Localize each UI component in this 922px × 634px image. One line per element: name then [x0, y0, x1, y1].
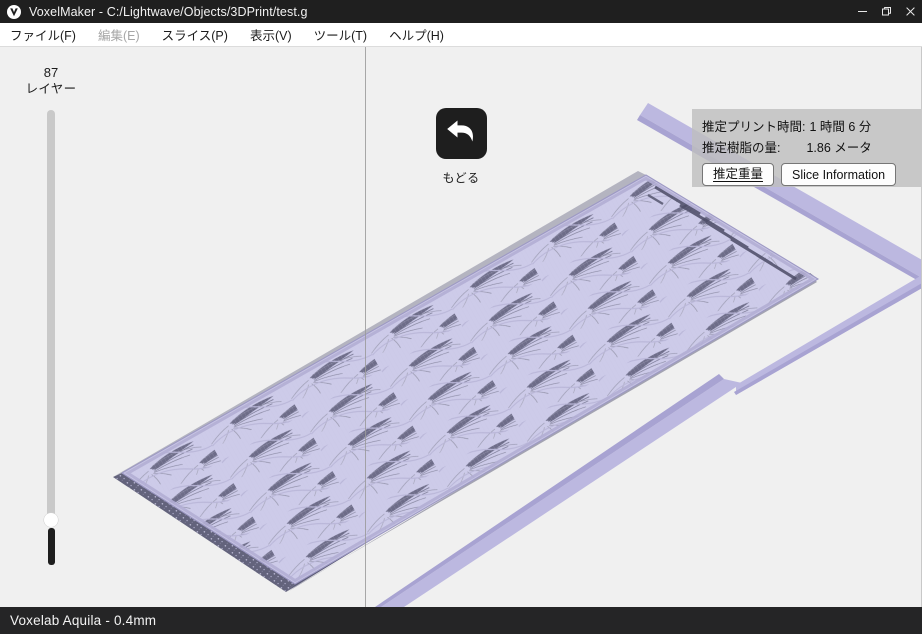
menu-item-edit[interactable]: 編集(E): [98, 23, 150, 46]
resin-value: 1.86 メータ: [806, 141, 872, 155]
undo-label: もどる: [442, 171, 480, 185]
layer-label: レイヤー: [25, 82, 77, 96]
slice-information-label: Slice Information: [792, 167, 886, 182]
printer-status-text: Voxelab Aquila - 0.4mm: [10, 613, 157, 628]
estimated-weight-button[interactable]: 推定重量: [702, 163, 775, 186]
slider-handle[interactable]: [44, 513, 58, 527]
viewport-3d[interactable]: 87 レイヤー 7 もどる 推定プリント時間: 1 時間: [0, 47, 922, 607]
print-time-value: 1 時間 6 分: [809, 120, 872, 134]
layer-indicator: 87 レイヤー: [0, 65, 102, 98]
restore-button[interactable]: [874, 0, 898, 23]
vertical-guide-line: [365, 47, 366, 607]
slider-track-lower[interactable]: [47, 528, 55, 565]
menu-item-tools[interactable]: ツール(T): [314, 23, 377, 46]
title-bar: VoxelMaker - C:/Lightwave/Objects/3DPrin…: [0, 0, 922, 23]
print-time-row: 推定プリント時間: 1 時間 6 分: [702, 117, 911, 138]
menu-item-file[interactable]: ファイル(F): [10, 23, 86, 46]
undo-arrow-icon: [444, 116, 478, 151]
resin-label: 推定樹脂の量:: [702, 141, 781, 155]
print-time-label: 推定プリント時間:: [702, 120, 806, 134]
slice-info-panel: 推定プリント時間: 1 時間 6 分 推定樹脂の量: 1.86 メータ 推定重量…: [692, 109, 921, 187]
app-window: VoxelMaker - C:/Lightwave/Objects/3DPrin…: [0, 0, 922, 634]
window-title: VoxelMaker - C:/Lightwave/Objects/3DPrin…: [29, 4, 308, 19]
window-controls: [850, 0, 922, 23]
menu-bar: ファイル(F) 編集(E) スライス(P) 表示(V) ツール(T) ヘルプ(H…: [0, 23, 922, 47]
undo-control: もどる: [434, 108, 488, 186]
status-bar: Voxelab Aquila - 0.4mm: [0, 607, 922, 634]
layer-slider[interactable]: [44, 110, 58, 565]
slider-track-upper[interactable]: [47, 110, 55, 521]
menu-item-view[interactable]: 表示(V): [250, 23, 302, 46]
resin-amount-row: 推定樹脂の量: 1.86 メータ: [702, 138, 911, 159]
info-panel-buttons: 推定重量 Slice Information: [702, 163, 911, 186]
slice-information-button[interactable]: Slice Information: [781, 163, 897, 186]
voxelmaker-logo-icon: [6, 4, 22, 20]
estimated-weight-label: 推定重量: [713, 167, 764, 182]
undo-button[interactable]: [435, 108, 487, 159]
close-button[interactable]: [898, 0, 922, 23]
menu-item-slice[interactable]: スライス(P): [162, 23, 238, 46]
menu-item-help[interactable]: ヘルプ(H): [389, 23, 454, 46]
minimize-button[interactable]: [850, 0, 874, 23]
layer-total-value: 87: [43, 65, 59, 80]
